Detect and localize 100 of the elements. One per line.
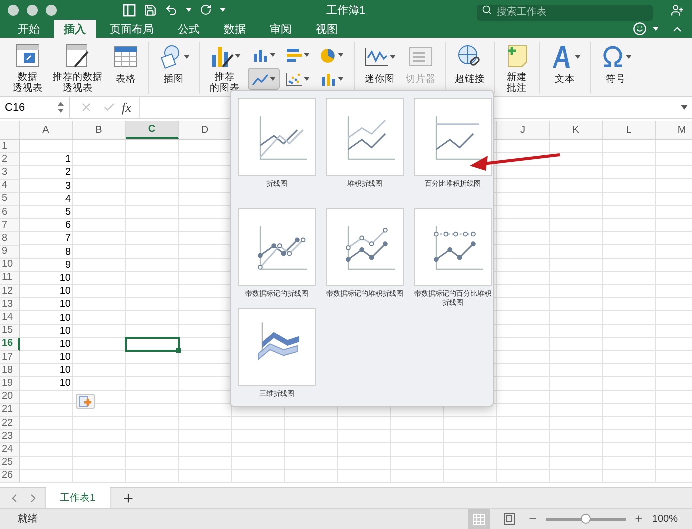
cell-value: 10 [60,299,71,310]
caret-icon [220,8,226,12]
row-header[interactable]: 14 [0,311,20,325]
row-header[interactable]: 25 [0,456,20,470]
cell-value: 10 [60,338,71,350]
ribbon-tab[interactable]: 页面布局 [100,20,164,38]
row-header[interactable]: 1 [0,140,20,154]
row-header[interactable]: 9 [0,246,20,259]
row-header[interactable]: 21 [0,404,20,417]
ribbon-tab[interactable]: 插入 [54,20,96,38]
ribbon-tab[interactable]: 公式 [168,20,210,38]
add-person-icon[interactable] [671,4,684,16]
row-header[interactable]: 13 [0,298,20,312]
sidebar-icon[interactable] [123,4,136,16]
cell-value: 1 [65,154,71,166]
caret-icon [186,8,192,12]
spinner-icon [58,102,64,113]
caret-icon [304,77,310,81]
caret-icon [575,55,581,59]
row-header[interactable]: 19 [0,377,20,391]
row-header[interactable]: 3 [0,166,20,180]
cell-value: 7 [65,233,71,244]
caret-icon [270,53,276,57]
row-header[interactable]: 22 [0,416,20,430]
sheet-tab[interactable]: 工作表1 [46,487,110,508]
undo-icon[interactable] [165,4,178,16]
ribbon-button[interactable]: 推荐的数据 透视表 [50,42,106,94]
cell-value: 4 [65,194,71,205]
column-header[interactable]: A [20,121,73,139]
stacked-line-chart-markers-icon [326,208,404,286]
page-layout-icon [504,513,515,525]
row-header[interactable]: 10 [0,258,20,272]
paste-options-button[interactable] [76,394,95,409]
ribbon-button[interactable]: 符号 [597,42,635,94]
cell-value: 10 [60,378,71,390]
row-header[interactable]: 2 [0,153,20,166]
save-icon[interactable] [144,4,157,16]
column-header[interactable]: J [497,121,550,139]
cell-value: 10 [60,272,71,284]
redo-icon[interactable] [200,4,212,16]
row-header[interactable]: 15 [0,324,20,338]
row-header[interactable]: 11 [0,272,20,286]
caret-icon [304,53,310,57]
row-header[interactable]: 12 [0,285,20,298]
row-header[interactable]: 6 [0,206,20,220]
row-header[interactable]: 4 [0,180,20,193]
cell-value: 9 [65,260,71,271]
row-header[interactable]: 26 [0,470,20,483]
ribbon-button[interactable]: 表格 [110,42,142,94]
row-header[interactable]: 5 [0,192,20,206]
row-header[interactable]: 8 [0,232,20,246]
row-header[interactable]: 16 [0,338,20,351]
row-header[interactable]: 20 [0,390,20,404]
smiley-icon[interactable] [633,22,647,36]
zoom-button[interactable] [46,4,57,16]
row-header[interactable]: 24 [0,443,20,456]
line-chart-icon [238,98,316,176]
caret-icon [653,27,659,31]
ribbon-tab[interactable]: 审阅 [260,20,302,38]
ribbon-button[interactable]: 数据 透视表 [10,42,46,94]
search-icon [482,5,492,15]
selected-cell[interactable] [125,336,180,352]
stacked-line-chart-icon [326,98,404,176]
search-field[interactable]: 搜索工作表 [477,4,653,20]
chart-type-button[interactable] [248,68,280,90]
caret-icon [338,77,344,81]
column-header[interactable]: M [656,121,692,139]
cell-value: 8 [65,246,71,258]
stacked-column-icon [320,72,337,86]
grid-view-icon [473,514,486,524]
row-header[interactable]: 17 [0,351,20,364]
caret-icon [184,55,190,59]
insert-function-button[interactable]: fx [122,100,132,116]
zoom-slider-thumb[interactable] [581,514,592,524]
row-header[interactable]: 23 [0,430,20,444]
ribbon-tab[interactable]: 开始 [8,20,50,38]
cell-value: 10 [60,286,71,298]
column-header[interactable]: K [550,121,603,139]
cell-value: 10 [60,326,71,337]
status-text: 就绪 [18,512,38,526]
row-header[interactable]: 18 [0,364,20,378]
caret-icon [270,77,276,81]
3d-line-chart-icon [238,308,316,386]
column-header[interactable]: C [126,121,179,139]
ribbon-button[interactable]: 插图 [155,42,193,94]
minimize-button[interactable] [27,4,38,16]
cell-value: 5 [65,207,71,218]
cell-value: 2 [65,167,71,178]
ribbon-tab[interactable]: 数据 [214,20,256,38]
close-button[interactable] [8,4,19,16]
ribbon-button[interactable]: 文本 [546,42,584,94]
caret-icon [390,55,396,59]
ribbon-button[interactable]: 迷你图 [361,42,399,94]
row-header[interactable]: 7 [0,219,20,232]
ribbon-button[interactable]: 新建 批注 [501,42,533,94]
column-header[interactable]: L [603,121,656,139]
ribbon-tab[interactable]: 视图 [306,20,348,38]
expand-caret-icon[interactable] [681,105,688,110]
cell-value: 10 [60,312,71,324]
name-box[interactable]: C16 [0,97,70,118]
